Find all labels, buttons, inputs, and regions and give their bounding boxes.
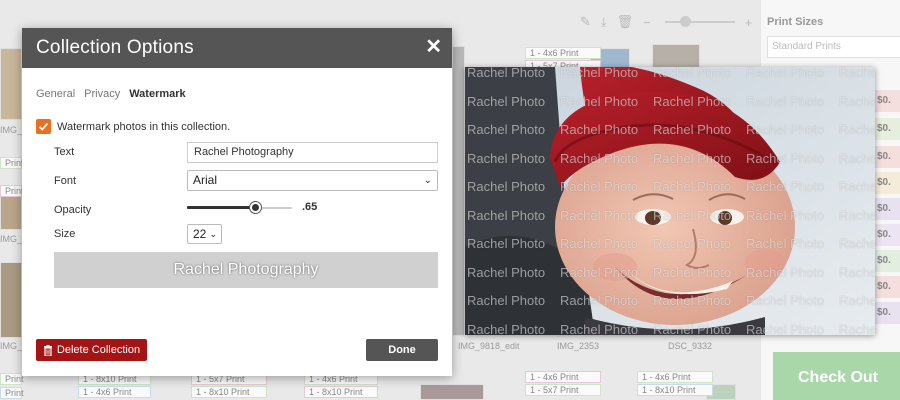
background-photo[interactable] [0, 48, 22, 120]
done-button[interactable]: Done [366, 339, 438, 361]
print-tag[interactable]: Print [0, 387, 24, 399]
price-row[interactable]: $0. [873, 172, 900, 194]
background-photo[interactable] [0, 262, 22, 338]
collection-options-dialog: Collection Options ✕ General Privacy Wat… [22, 28, 452, 376]
background-photo[interactable] [652, 44, 700, 68]
print-tag[interactable]: Print [0, 373, 24, 385]
opacity-slider-fill [187, 206, 256, 209]
zoom-slider-knob[interactable] [679, 16, 691, 27]
print-tag[interactable]: 1 - 8x10 Print [304, 386, 378, 398]
trash-icon [43, 344, 52, 356]
print-tag[interactable]: 1 - 4x6 Print [637, 371, 713, 383]
size-select[interactable]: 22 ⌄ [187, 224, 222, 244]
background-photo[interactable] [420, 384, 484, 400]
photo-label: IMG_ [0, 234, 23, 244]
print-tag[interactable]: 1 - 4x6 Print [525, 371, 601, 383]
size-select-value: 22 [193, 227, 207, 241]
pencil-icon[interactable]: ✎ [580, 14, 591, 30]
download-icon[interactable]: ⤓ [601, 14, 607, 30]
print-tag[interactable]: 1 - 4x6 Print [78, 386, 151, 398]
chevron-down-icon: ⌄ [423, 175, 432, 186]
price-row[interactable]: $0. [873, 90, 900, 112]
child-portrait-image [465, 67, 875, 335]
delete-collection-button[interactable]: Delete Collection [36, 339, 147, 361]
tab-general[interactable]: General [36, 88, 75, 100]
background-photo[interactable] [452, 46, 465, 336]
tab-watermark[interactable]: Watermark [129, 88, 185, 100]
delete-collection-label: Delete Collection [56, 344, 141, 356]
print-tag[interactable]: 1 - 5x7 Print [525, 384, 601, 396]
dialog-title: Collection Options [36, 37, 194, 58]
zoom-plus-icon[interactable]: + [745, 15, 753, 30]
watermark-preview-photo: Rachel Photo Rachel Photo Rachel Photo Rach… [465, 67, 875, 335]
opacity-slider-thumb[interactable] [250, 202, 262, 213]
photo-label: IMG_2353 [557, 341, 600, 351]
watermark-text-input[interactable]: Rachel Photography [187, 142, 438, 163]
print-tag[interactable]: Print [0, 185, 24, 197]
checkout-button[interactable]: Check Out [773, 352, 900, 400]
zoom-slider[interactable] [664, 16, 735, 27]
tab-privacy[interactable]: Privacy [84, 88, 120, 100]
watermark-checkbox-label: Watermark photos in this collection. [57, 120, 231, 133]
opacity-value: .65 [302, 201, 318, 213]
photo-label: DSC_9332 [668, 341, 713, 351]
print-tag[interactable]: Print [0, 157, 24, 169]
zoom-minus-icon[interactable]: − [643, 15, 651, 30]
watermark-toggle-row[interactable]: Watermark photos in this collection. [36, 119, 230, 134]
size-label: Size [54, 228, 76, 240]
text-label: Text [54, 146, 75, 158]
price-row[interactable]: $0. [873, 250, 900, 272]
print-tag[interactable]: 1 - 8x10 Print [191, 386, 267, 398]
font-label: Font [54, 175, 77, 187]
price-row[interactable]: $0. [873, 118, 900, 140]
photo-label: IMG_ [0, 341, 23, 351]
checkmark-icon [38, 122, 49, 131]
opacity-slider[interactable] [187, 202, 292, 213]
watermark-checkbox[interactable] [36, 119, 51, 134]
delete-icon[interactable]: 🗑 [617, 14, 634, 30]
print-tag[interactable]: 1 - 8x10 Print [637, 384, 713, 396]
price-row[interactable]: $0. [873, 224, 900, 246]
price-row[interactable]: $0. [873, 198, 900, 220]
print-tag[interactable]: 1 - 4x6 Print [525, 47, 601, 59]
opacity-label: Opacity [54, 204, 92, 216]
dialog-header: Collection Options ✕ [22, 28, 452, 68]
chevron-down-icon: ⌄ [209, 229, 217, 239]
background-photo[interactable] [0, 192, 22, 230]
photo-label: IMG_ [0, 125, 23, 135]
close-icon[interactable]: ✕ [425, 36, 442, 58]
font-select-value: Arial [193, 173, 218, 187]
print-type-select[interactable]: Standard Prints [767, 36, 900, 58]
watermark-preview-bar: Rachel Photography [54, 252, 438, 288]
dialog-tabs: General Privacy Watermark [36, 88, 186, 100]
background-toolbar: ✎ ⤓ 🗑 − + [580, 10, 760, 34]
photo-label: IMG_9818_edit [458, 341, 520, 351]
price-row[interactable]: $0. [873, 276, 900, 298]
price-row[interactable]: $0. [873, 146, 900, 168]
price-row[interactable]: $0. [873, 302, 900, 324]
print-sizes-title: Print Sizes [767, 16, 824, 28]
font-select[interactable]: Arial ⌄ [187, 170, 438, 191]
